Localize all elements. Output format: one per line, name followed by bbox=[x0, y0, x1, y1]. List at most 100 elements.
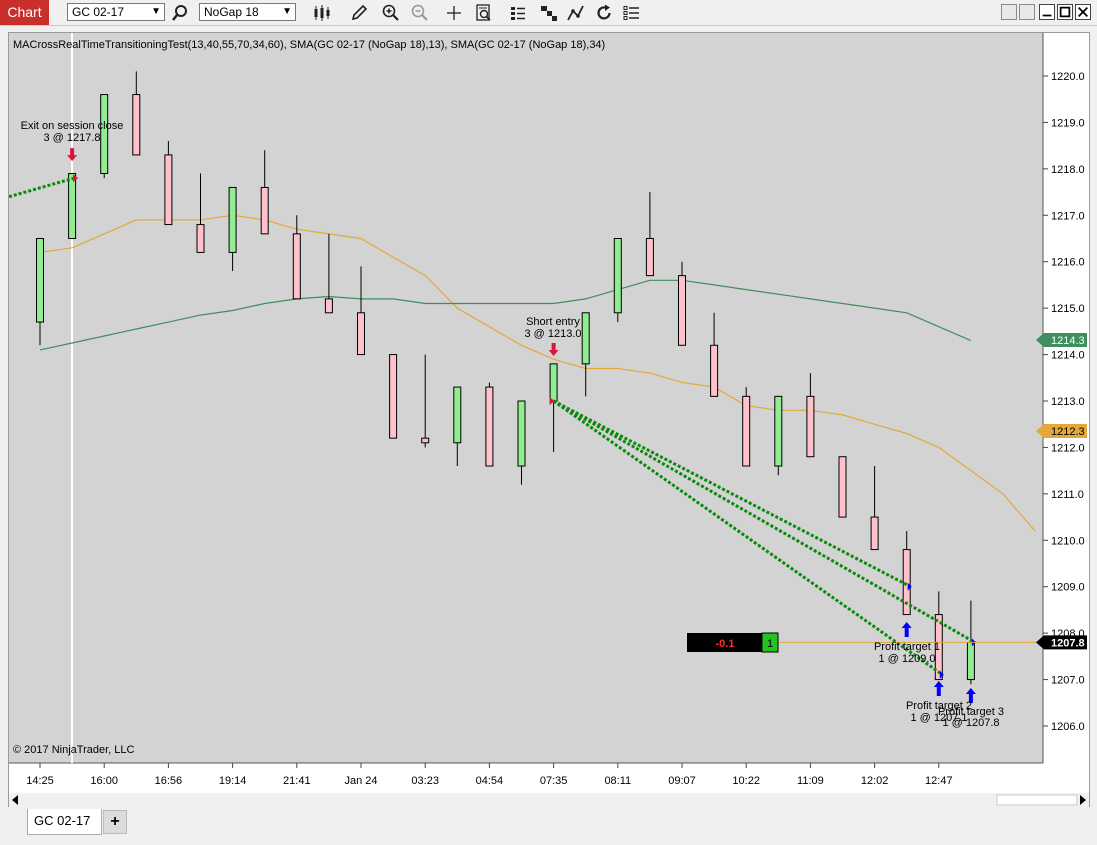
chevron-down-icon: ▼ bbox=[282, 6, 292, 17]
time-tick-label: 03:23 bbox=[411, 775, 439, 787]
price-tick-label: 1219.0 bbox=[1051, 117, 1085, 129]
zoom-in-icon[interactable] bbox=[381, 3, 401, 23]
menu-list-icon[interactable] bbox=[622, 3, 642, 23]
minimize-icon[interactable] bbox=[1039, 4, 1055, 20]
add-tab-button[interactable]: + bbox=[103, 810, 127, 834]
candle-down bbox=[260, 186, 269, 235]
candle-down bbox=[164, 154, 173, 226]
sma13-price-tag-text: 1212.3 bbox=[1051, 426, 1085, 438]
pt3-label-line2: 1 @ 1207.8 bbox=[942, 717, 999, 729]
pt1-label-line2: 1 @ 1209.0 bbox=[878, 653, 935, 665]
candle-up bbox=[966, 641, 975, 681]
candlestick-style-icon[interactable] bbox=[312, 3, 332, 23]
price-tick-label: 1206.0 bbox=[1051, 721, 1085, 733]
candle-down bbox=[806, 395, 815, 458]
candle-down bbox=[645, 238, 654, 277]
price-tick-label: 1211.0 bbox=[1051, 489, 1084, 501]
window-tile-button-2[interactable] bbox=[1019, 4, 1035, 20]
candle-down bbox=[742, 395, 751, 467]
candle-down bbox=[421, 437, 430, 444]
sma34-price-tag-text: 1214.3 bbox=[1051, 335, 1085, 347]
entry-label-line2: 3 @ 1213.0 bbox=[524, 328, 581, 340]
properties-list-icon[interactable] bbox=[508, 3, 528, 23]
candle-down bbox=[838, 456, 847, 518]
time-tick-label: 16:56 bbox=[155, 775, 183, 787]
exit-label-line1: Exit on session close bbox=[21, 120, 124, 132]
time-tick-label: 11:09 bbox=[797, 775, 824, 787]
last-price-tag-text: 1207.8 bbox=[1051, 637, 1085, 649]
horizontal-scrollbar[interactable] bbox=[9, 793, 1089, 807]
sma34-price-tag: 1214.3 bbox=[1036, 333, 1087, 347]
price-chart[interactable]: 1220.0 1219.0 1218.0 1217.0 1216.0 1215.0 1214… bbox=[9, 33, 1089, 807]
position-value: 1 bbox=[767, 638, 773, 650]
candle-up bbox=[228, 186, 237, 253]
close-icon[interactable] bbox=[1075, 4, 1091, 20]
sma13-price-tag: 1212.3 bbox=[1036, 424, 1087, 438]
pnl-value: -0.1 bbox=[716, 638, 735, 650]
time-tick-label: 19:14 bbox=[219, 775, 247, 787]
time-tick-label: 04:54 bbox=[476, 775, 504, 787]
price-tick-label: 1218.0 bbox=[1051, 164, 1085, 176]
price-tick-label: 1216.0 bbox=[1051, 257, 1085, 269]
candle-down bbox=[196, 224, 205, 253]
last-price-tag: 1207.8 bbox=[1036, 635, 1087, 650]
copyright-label: © 2017 NinjaTrader, LLC bbox=[13, 744, 134, 756]
profit-target-3-label: Profit target 3 1 @ 1207.8 bbox=[938, 706, 1004, 729]
data-box-icon[interactable] bbox=[474, 3, 494, 23]
strategies-icon[interactable] bbox=[539, 3, 559, 23]
chart-panel[interactable]: 1220.0 1219.0 1218.0 1217.0 1216.0 1215.0 1214… bbox=[8, 32, 1090, 808]
candle-down bbox=[357, 312, 365, 356]
price-tick-label: 1212.0 bbox=[1051, 442, 1085, 454]
candle-up bbox=[549, 363, 558, 402]
scroll-thumb[interactable] bbox=[996, 794, 1078, 806]
time-tick-label: 21:41 bbox=[283, 775, 311, 787]
price-tick-label: 1207.0 bbox=[1051, 675, 1085, 687]
time-tick-label: Jan 24 bbox=[344, 775, 377, 787]
bar-type-value: NoGap 18 bbox=[204, 5, 259, 19]
price-tick-label: 1210.0 bbox=[1051, 535, 1085, 547]
time-tick-label: 10:22 bbox=[732, 775, 760, 787]
candle-down bbox=[292, 233, 301, 300]
candle-up bbox=[581, 312, 590, 365]
profit-target-1-label: Profit target 1 1 @ 1209.0 bbox=[874, 641, 940, 665]
bar-type-select[interactable]: NoGap 18 ▼ bbox=[199, 3, 296, 21]
candle-down bbox=[132, 94, 141, 156]
candle-down bbox=[870, 516, 879, 551]
time-tick-label: 12:47 bbox=[925, 775, 953, 787]
pt1-label-line1: Profit target 1 bbox=[874, 641, 940, 653]
candle-down bbox=[710, 344, 719, 397]
pencil-draw-icon[interactable] bbox=[349, 3, 369, 23]
time-tick-label: 08:11 bbox=[604, 775, 631, 787]
price-tick-label: 1213.0 bbox=[1051, 396, 1085, 408]
window-tile-button[interactable] bbox=[1001, 4, 1017, 20]
toolbar: Chart GC 02-17 ▼ NoGap 18 ▼ bbox=[0, 0, 1097, 26]
time-tick-label: 16:00 bbox=[90, 775, 118, 787]
instrument-select[interactable]: GC 02-17 ▼ bbox=[67, 3, 165, 21]
candle-up bbox=[774, 395, 783, 467]
short-entry-label: Short entry 3 @ 1213.0 bbox=[524, 316, 581, 340]
candle-down bbox=[485, 386, 494, 467]
search-icon[interactable] bbox=[170, 3, 190, 23]
candle-up bbox=[36, 238, 44, 323]
crosshair-icon[interactable] bbox=[444, 3, 464, 23]
exit-label-line2: 3 @ 1217.8 bbox=[43, 132, 100, 144]
price-tick-label: 1214.0 bbox=[1051, 350, 1085, 362]
time-tick-label: 14:25 bbox=[26, 775, 54, 787]
price-tick-label: 1220.0 bbox=[1051, 71, 1085, 83]
chart-tab[interactable]: Chart bbox=[0, 0, 49, 25]
candle-up bbox=[613, 238, 622, 314]
zoom-out-icon[interactable] bbox=[410, 3, 430, 23]
price-tick-label: 1215.0 bbox=[1051, 303, 1085, 315]
indicator-label: MACrossRealTimeTransitioningTest(13,40,5… bbox=[13, 39, 605, 51]
candle-up bbox=[100, 94, 109, 175]
entry-label-line1: Short entry bbox=[526, 316, 580, 328]
tab-bar bbox=[0, 807, 1097, 845]
reload-icon[interactable] bbox=[594, 3, 614, 23]
tab-instrument[interactable]: GC 02-17 bbox=[27, 809, 102, 835]
pnl-box[interactable]: -0.1 1 bbox=[687, 632, 779, 653]
indicators-icon[interactable] bbox=[566, 3, 586, 23]
candle-up bbox=[68, 173, 77, 239]
chevron-down-icon: ▼ bbox=[151, 6, 161, 17]
candle-down bbox=[389, 354, 398, 439]
maximize-icon[interactable] bbox=[1057, 4, 1073, 20]
